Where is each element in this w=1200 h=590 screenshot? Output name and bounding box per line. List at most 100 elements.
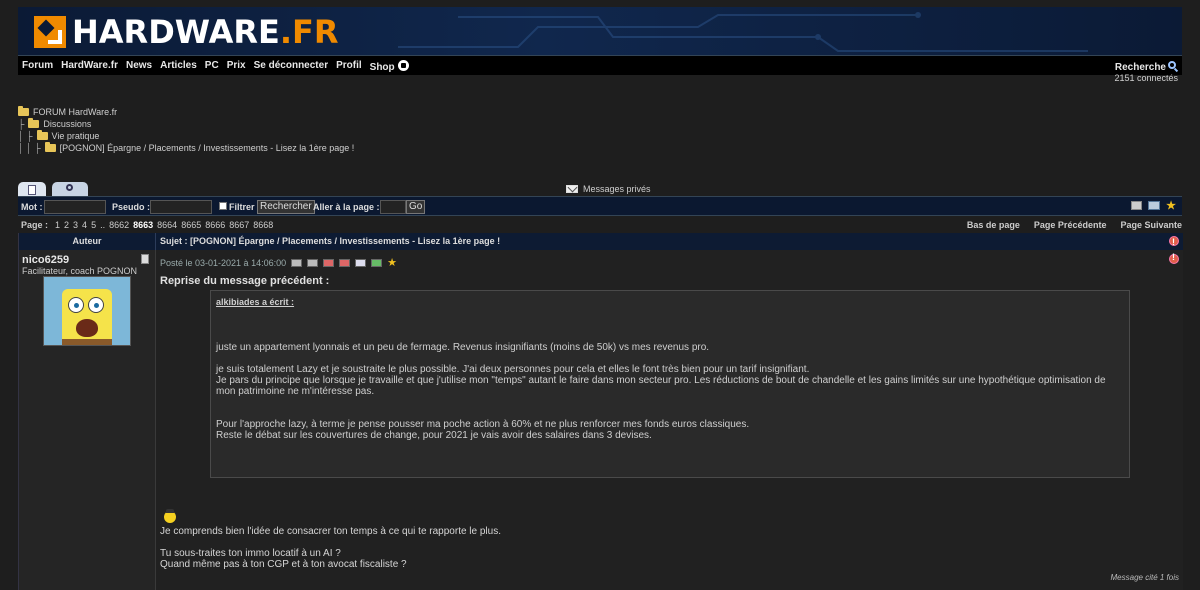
nav-articles[interactable]: Articles: [160, 60, 197, 73]
tab-topic[interactable]: [18, 182, 46, 196]
page-link[interactable]: 8666: [205, 220, 225, 230]
page-link[interactable]: 8665: [181, 220, 201, 230]
breadcrumb-level3[interactable]: │ │ ├ [POGNON] Épargne / Placements / Inv…: [18, 142, 354, 154]
author-title: Facilitateur, coach POGNON: [22, 266, 138, 276]
reply-paragraph: Tu sous-traites ton immo locatif à un AI…: [160, 548, 407, 570]
tab-search[interactable]: [52, 182, 88, 196]
search-icon: [1168, 61, 1176, 69]
tree-branch: │ ├: [18, 131, 33, 141]
pseudo-label: Pseudo :: [112, 202, 151, 212]
nav-pc[interactable]: PC: [205, 60, 219, 73]
document-icon: [28, 185, 36, 195]
page-link[interactable]: 8662: [109, 220, 129, 230]
tree-branch: │ │ ├: [18, 143, 41, 153]
site-logo[interactable]: HARDWARE.FR: [34, 13, 339, 51]
mot-input[interactable]: [44, 200, 106, 214]
page-link[interactable]: 5: [91, 220, 96, 230]
star-icon[interactable]: ★: [1166, 201, 1176, 212]
nav-shop[interactable]: Shop: [370, 60, 409, 73]
breadcrumb-level1-link[interactable]: Discussions: [43, 118, 91, 130]
go-button[interactable]: Go: [406, 200, 426, 214]
goto-label: Aller à la page :: [313, 202, 380, 212]
reply-text: Je comprends bien l'idée de consacrer to…: [160, 526, 501, 581]
breadcrumb-level3-link[interactable]: [POGNON] Épargne / Placements / Investis…: [60, 142, 355, 154]
avatar-eye: [88, 297, 104, 313]
quote-icon[interactable]: [307, 259, 319, 267]
mot-label: Mot :: [21, 202, 43, 212]
post-meta: Posté le 03-01-2021 à 14:06:00 ★: [160, 258, 397, 269]
page-links: 1 2 3 4 5 .. 8662 8663 8664 8665 8666 86…: [55, 220, 273, 230]
page-link[interactable]: 3: [73, 220, 78, 230]
nav-hardware[interactable]: HardWare.fr: [61, 60, 118, 73]
search-link[interactable]: Recherche: [1115, 61, 1176, 73]
quote-author[interactable]: alkibiades a écrit :: [216, 297, 1124, 308]
folder-icon: [36, 130, 48, 140]
avatar: [43, 276, 131, 346]
logo-icon: [34, 16, 66, 48]
private-messages-link[interactable]: Messages privés: [566, 184, 651, 194]
quote-block: alkibiades a écrit : juste un appartemen…: [210, 290, 1130, 478]
printer-icon[interactable]: [1131, 201, 1143, 210]
connected-count: 2151 connectés: [1114, 73, 1178, 83]
page-link[interactable]: 8668: [253, 220, 273, 230]
page-link[interactable]: 1: [55, 220, 60, 230]
nav-news[interactable]: News: [126, 60, 152, 73]
envelope-icon: [566, 185, 578, 193]
tab-strip: Messages privés: [18, 182, 1182, 196]
smiley-icon: [164, 509, 176, 523]
filter-label: Filtrer: [229, 202, 255, 212]
goto-page-input[interactable]: [380, 200, 406, 214]
nav-logout[interactable]: Se déconnecter: [254, 60, 328, 73]
profile-card-icon[interactable]: [141, 254, 149, 264]
add-friend-icon[interactable]: [371, 259, 383, 267]
quote-paragraph: juste un appartement lyonnais et un peu …: [216, 342, 710, 353]
page-navigation: Bas de page Page Précédente Page Suivant…: [967, 220, 1182, 230]
tree-branch: ├: [18, 119, 25, 129]
multi-quote-icon[interactable]: [323, 259, 335, 267]
topic-search-bar: Mot : Pseudo : Filtrer Rechercher Aller …: [18, 196, 1182, 216]
nav-prix[interactable]: Prix: [227, 60, 246, 73]
breadcrumb-level1[interactable]: ├ Discussions: [18, 118, 354, 130]
breadcrumb-level2[interactable]: │ ├ Vie pratique: [18, 130, 354, 142]
post-alert-icon[interactable]: [1169, 252, 1179, 264]
shop-bag-icon: [397, 60, 409, 71]
favorite-star-icon[interactable]: ★: [387, 258, 397, 269]
report-icon[interactable]: [339, 259, 351, 267]
page-link[interactable]: 8667: [229, 220, 249, 230]
nav-profil[interactable]: Profil: [336, 60, 362, 73]
next-page-link[interactable]: Page Suivante: [1120, 220, 1182, 230]
breadcrumb-root[interactable]: FORUM HardWare.fr: [18, 106, 354, 118]
author-name[interactable]: nico6259: [22, 254, 69, 266]
avatar-mouth: [76, 319, 98, 337]
nav-links: Forum HardWare.fr News Articles PC Prix …: [22, 60, 409, 73]
previous-page-link[interactable]: Page Précédente: [1034, 220, 1107, 230]
breadcrumb: FORUM HardWare.fr ├ Discussions │ ├ Vie pr…: [18, 106, 354, 154]
subject-header: Sujet : [POGNON] Épargne / Placements / …: [156, 233, 1183, 251]
edit-icon[interactable]: [291, 259, 303, 267]
nav-shop-label: Shop: [369, 62, 395, 73]
folder-icon: [44, 142, 56, 152]
message-icon[interactable]: [355, 259, 367, 267]
post-date: Posté le 03-01-2021 à 14:06:00: [160, 258, 287, 268]
search-icon: [66, 184, 73, 191]
nav-forum[interactable]: Forum: [22, 60, 53, 73]
breadcrumb-level2-link[interactable]: Vie pratique: [52, 130, 100, 142]
page-link[interactable]: 8664: [157, 220, 177, 230]
folder-icon: [28, 118, 40, 128]
pseudo-input[interactable]: [150, 200, 212, 214]
search-button[interactable]: Rechercher: [257, 200, 315, 214]
alert-icon[interactable]: [1169, 234, 1179, 251]
private-messages-label: Messages privés: [583, 184, 651, 194]
quote-paragraph: je suis totalement Lazy et je soustraite…: [216, 364, 1106, 397]
bottom-of-page-link[interactable]: Bas de page: [967, 220, 1020, 230]
avatar-eye: [68, 297, 84, 313]
author-column-header: Auteur: [19, 233, 156, 250]
page-link[interactable]: 4: [82, 220, 87, 230]
breadcrumb-root-link[interactable]: FORUM HardWare.fr: [33, 106, 117, 118]
circuit-decoration: [398, 12, 1088, 52]
post-author-panel: nico6259 Facilitateur, coach POGNON: [19, 250, 156, 590]
folder-icon: [18, 106, 29, 116]
page-link[interactable]: 2: [64, 220, 69, 230]
filter-checkbox[interactable]: [219, 202, 227, 210]
mail-icon[interactable]: [1148, 201, 1161, 210]
